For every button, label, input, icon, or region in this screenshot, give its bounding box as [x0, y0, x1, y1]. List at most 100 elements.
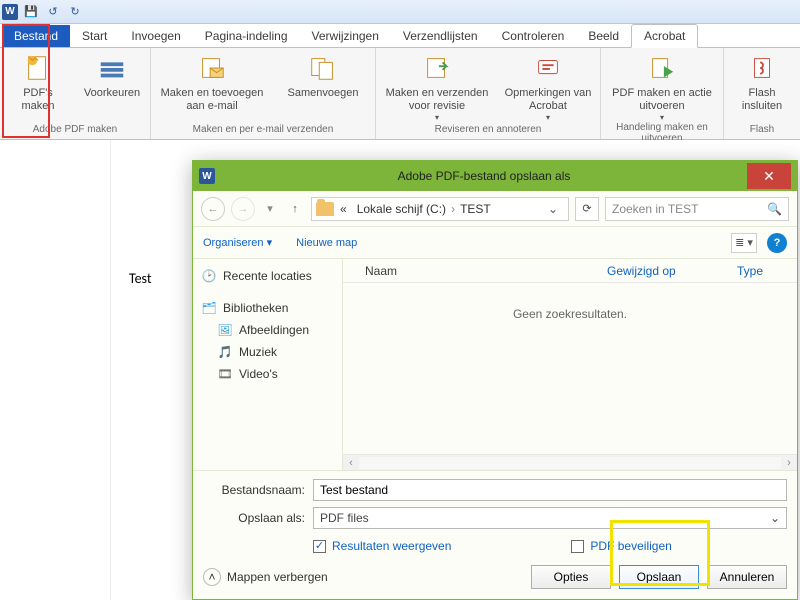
preferences-label: Voorkeuren — [84, 87, 140, 100]
create-run-action-icon — [646, 52, 678, 84]
organize-menu[interactable]: Organiseren ▾ — [203, 236, 272, 249]
tab-insert[interactable]: Invoegen — [119, 25, 192, 47]
ribbon-group-label: Maken en per e-mail verzenden — [157, 124, 369, 137]
file-list-columns: Naam Gewijzigd op Type — [343, 259, 797, 283]
breadcrumb[interactable]: « Lokale schijf (C:) › TEST ⌄ — [311, 197, 569, 221]
mail-merge-label: Samenvoegen — [288, 87, 359, 100]
ribbon-group-adobe-pdf-maken: PDF's maken Voorkeuren Adobe PDF maken — [0, 48, 151, 139]
scroll-right-icon[interactable]: › — [781, 457, 797, 469]
save-options-row: Resultaten weergeven PDF beveiligen — [193, 533, 797, 557]
ribbon-group-label: Flash — [730, 124, 794, 137]
nav-up-button[interactable]: ↑ — [285, 199, 305, 219]
recent-dropdown-caret-icon[interactable]: ▾ — [261, 200, 279, 218]
pictures-icon: 🖼 — [217, 322, 233, 338]
word-logo-icon: W — [199, 168, 215, 184]
mail-merge-icon — [307, 52, 339, 84]
search-icon: 🔍 — [767, 202, 782, 216]
saveas-type-select[interactable]: PDF files ⌄ — [313, 507, 787, 529]
tree-item-libraries[interactable]: 🗂Bibliotheken — [199, 297, 336, 319]
create-pdf-button[interactable]: PDF's maken — [6, 50, 70, 112]
breadcrumb-seg-drive[interactable]: Lokale schijf (C:) — [357, 202, 446, 216]
dialog-button-row: ˄ Mappen verbergen Opties Opslaan Annule… — [193, 557, 797, 599]
chevron-right-icon: › — [451, 202, 455, 216]
column-modified[interactable]: Gewijzigd op — [607, 264, 737, 278]
ribbon-group-label: Reviseren en annoteren — [382, 124, 594, 137]
hide-folders-toggle[interactable]: ˄ Mappen verbergen — [203, 568, 328, 586]
tab-references[interactable]: Verwijzingen — [300, 25, 391, 47]
column-type[interactable]: Type — [737, 264, 797, 278]
tab-view[interactable]: Beeld — [576, 25, 631, 47]
close-button[interactable]: ✕ — [747, 163, 791, 189]
recent-locations-icon: 🕑 — [201, 268, 217, 284]
saveas-label: Opslaan als: — [203, 511, 313, 525]
embed-flash-label: Flash insluiten — [730, 87, 794, 112]
ribbon: PDF's maken Voorkeuren Adobe PDF maken M… — [0, 48, 800, 140]
create-attach-email-icon — [196, 52, 228, 84]
refresh-button[interactable]: ⟳ — [575, 197, 599, 221]
create-pdf-label: PDF's maken — [6, 87, 70, 112]
save-as-dialog: W Adobe PDF-bestand opslaan als ✕ ← → ▾ … — [192, 160, 798, 600]
dialog-nav-row: ← → ▾ ↑ « Lokale schijf (C:) › TEST ⌄ ⟳ … — [193, 191, 797, 227]
tab-file[interactable]: Bestand — [2, 25, 70, 47]
scroll-left-icon[interactable]: ‹ — [343, 457, 359, 469]
embed-flash-icon — [746, 52, 778, 84]
create-pdf-icon — [22, 52, 54, 84]
new-folder-button[interactable]: Nieuwe map — [296, 237, 357, 249]
breadcrumb-dropdown-icon[interactable]: ⌄ — [542, 202, 564, 216]
redo-icon[interactable]: ↻ — [66, 3, 84, 21]
acrobat-comments-icon — [532, 52, 564, 84]
horizontal-scrollbar[interactable]: ‹ › — [343, 454, 797, 470]
preferences-icon — [96, 52, 128, 84]
save-icon[interactable]: 💾 — [22, 3, 40, 21]
nav-back-button[interactable]: ← — [201, 197, 225, 221]
search-input[interactable]: Zoeken in TEST 🔍 — [605, 197, 789, 221]
breadcrumb-seg-folder[interactable]: TEST — [460, 202, 491, 216]
cancel-button[interactable]: Annuleren — [707, 565, 787, 589]
dropdown-caret-icon: ▾ — [435, 113, 439, 122]
tab-acrobat[interactable]: Acrobat — [631, 24, 698, 48]
undo-icon[interactable]: ↺ — [44, 3, 62, 21]
send-for-review-button[interactable]: Maken en verzenden voor revisie ▾ — [382, 50, 492, 122]
file-list-empty-text: Geen zoekresultaten. — [343, 283, 797, 454]
saveas-type-value: PDF files — [320, 511, 369, 525]
acrobat-comments-button[interactable]: Opmerkingen van Acrobat ▾ — [502, 50, 594, 122]
options-button[interactable]: Opties — [531, 565, 611, 589]
ribbon-group-flash: Flash insluiten Flash — [724, 48, 800, 139]
save-button[interactable]: Opslaan — [619, 565, 699, 589]
tree-item-videos[interactable]: 🎞Video's — [199, 363, 336, 385]
folder-icon — [316, 202, 334, 216]
tree-item-recent[interactable]: 🕑Recente locaties — [199, 265, 336, 287]
folder-tree: 🕑Recente locaties 🗂Bibliotheken 🖼Afbeeld… — [193, 259, 343, 470]
tree-item-pictures[interactable]: 🖼Afbeeldingen — [199, 319, 336, 341]
create-run-action-label: PDF maken en actie uitvoeren — [607, 87, 717, 112]
tab-review[interactable]: Controleren — [490, 25, 577, 47]
ribbon-group-action: PDF maken en actie uitvoeren ▾ Handeling… — [601, 48, 724, 139]
protect-pdf-checkbox[interactable]: PDF beveiligen — [571, 539, 671, 553]
chevron-up-icon: ˄ — [203, 568, 221, 586]
dropdown-caret-icon: ▾ — [546, 113, 550, 122]
tab-mailings[interactable]: Verzendlijsten — [391, 25, 490, 47]
tab-layout[interactable]: Pagina-indeling — [193, 25, 300, 47]
tab-home[interactable]: Start — [70, 25, 119, 47]
preferences-button[interactable]: Voorkeuren — [80, 50, 144, 100]
ribbon-group-email: Maken en toevoegen aan e-mail Samenvoege… — [151, 48, 376, 139]
tree-item-music[interactable]: 🎵Muziek — [199, 341, 336, 363]
view-options-button[interactable]: ≣ ▾ — [731, 233, 757, 253]
view-results-checkbox[interactable]: Resultaten weergeven — [313, 539, 451, 553]
dialog-titlebar: W Adobe PDF-bestand opslaan als ✕ — [193, 161, 797, 191]
send-for-review-label: Maken en verzenden voor revisie — [382, 87, 492, 112]
filename-input[interactable] — [313, 479, 787, 501]
videos-icon: 🎞 — [217, 366, 233, 382]
nav-forward-button[interactable]: → — [231, 197, 255, 221]
ribbon-group-review: Maken en verzenden voor revisie ▾ Opmerk… — [376, 48, 601, 139]
mail-merge-button[interactable]: Samenvoegen — [277, 50, 369, 100]
create-attach-email-button[interactable]: Maken en toevoegen aan e-mail — [157, 50, 267, 112]
ribbon-tabs: Bestand Start Invoegen Pagina-indeling V… — [0, 24, 800, 48]
embed-flash-button[interactable]: Flash insluiten — [730, 50, 794, 112]
word-logo-icon: W — [2, 4, 18, 20]
ribbon-group-label: Adobe PDF maken — [6, 124, 144, 137]
dropdown-caret-icon: ▾ — [660, 113, 664, 122]
help-button[interactable]: ? — [767, 233, 787, 253]
create-run-action-button[interactable]: PDF maken en actie uitvoeren ▾ — [607, 50, 717, 122]
column-name[interactable]: Naam — [365, 264, 607, 278]
